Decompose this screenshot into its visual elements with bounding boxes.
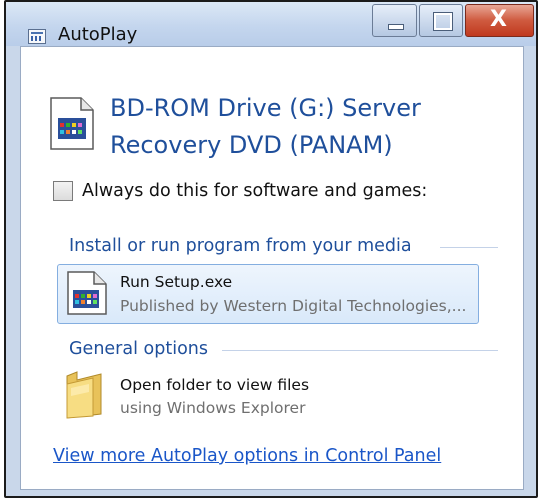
run-setup-publisher: Published by Western Digital Technologie… [120,297,467,315]
title-bar[interactable]: AutoPlay X [6,2,536,46]
folder-icon [66,371,102,419]
always-do-this-label[interactable]: Always do this for software and games: [82,181,427,201]
setup-document-icon [67,271,107,315]
window-title: AutoPlay [58,24,138,45]
install-section-heading: Install or run program from your media [69,236,412,256]
device-heading-line2: Recovery DVD (PANAM) [110,131,393,159]
open-folder-title: Open folder to view files [120,376,310,394]
device-heading: BD-ROM Drive (G:) Server Recovery DVD (P… [110,90,421,164]
always-do-this-checkbox[interactable] [53,181,73,201]
close-icon: X [490,7,507,32]
minimize-button[interactable] [372,4,417,37]
close-button[interactable]: X [465,4,534,37]
maximize-icon [434,13,452,30]
setup-document-icon [50,97,94,150]
autoplay-window-icon [28,29,46,44]
maximize-button[interactable] [419,4,463,37]
device-heading-line1: BD-ROM Drive (G:) Server [110,94,421,122]
open-folder-subtitle: using Windows Explorer [120,399,306,417]
run-setup-title: Run Setup.exe [120,273,233,291]
general-options-heading: General options [69,339,208,359]
general-options-divider [222,350,498,351]
install-section-divider [440,247,498,248]
minimize-icon [388,24,404,30]
control-panel-link[interactable]: View more AutoPlay options in Control Pa… [53,446,441,466]
